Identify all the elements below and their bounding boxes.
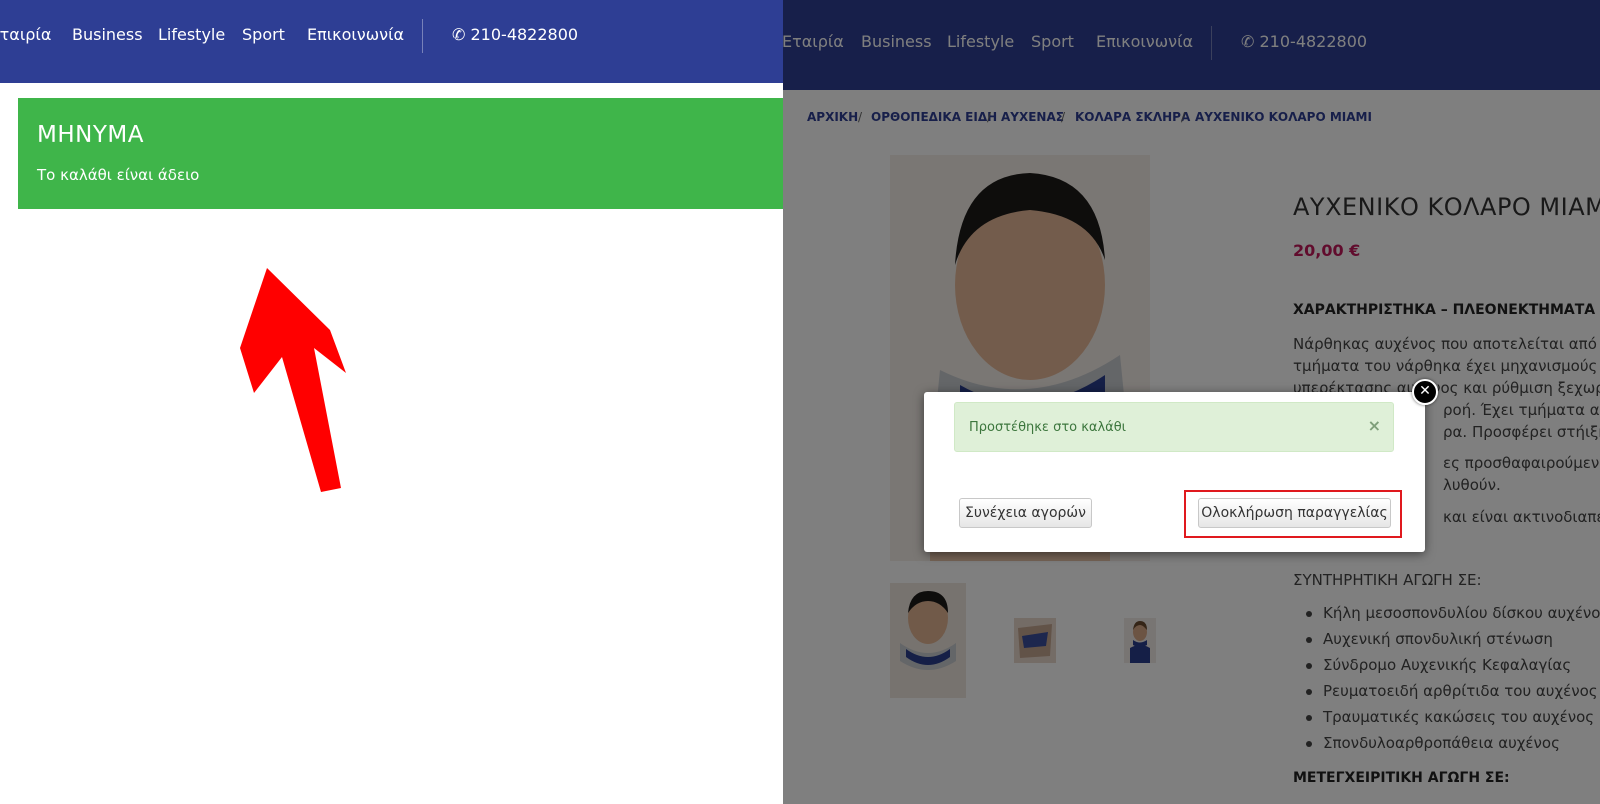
alert-text: Προστέθηκε στο καλάθι <box>969 420 1127 435</box>
cart-message-box: ΜΗΝΥΜΑ Το καλάθι είναι άδειο <box>18 98 783 209</box>
nav-item-sport[interactable]: Sport <box>242 25 285 45</box>
screenshot-stage: εταιρία Business Lifestyle Sport Επικοιν… <box>0 0 1600 804</box>
close-icon[interactable]: ✕ <box>1412 379 1438 405</box>
phone-number: 210-4822800 <box>470 25 579 44</box>
top-navigation: εταιρία Business Lifestyle Sport Επικοιν… <box>0 0 783 83</box>
cart-page: εταιρία Business Lifestyle Sport Επικοιν… <box>0 0 783 804</box>
product-page: Εταιρία Business Lifestyle Sport Επικοιν… <box>783 0 1600 804</box>
added-to-cart-modal: Προστέθηκε στο καλάθι × Συνέχεια αγορών … <box>924 392 1425 552</box>
message-title: ΜΗΝΥΜΑ <box>37 122 144 148</box>
nav-phone[interactable]: ✆ 210-4822800 <box>452 25 578 45</box>
red-arrow-annotation <box>240 268 346 492</box>
checkout-button[interactable]: Ολοκλήρωση παραγγελίας <box>1198 498 1391 528</box>
continue-shopping-button[interactable]: Συνέχεια αγορών <box>959 498 1092 528</box>
nav-item-lifestyle[interactable]: Lifestyle <box>158 25 225 45</box>
alert-close-icon[interactable]: × <box>1368 416 1381 435</box>
nav-item-business[interactable]: Business <box>72 25 143 45</box>
message-text: Το καλάθι είναι άδειο <box>37 166 200 184</box>
nav-item-company[interactable]: εταιρία <box>0 25 51 45</box>
nav-item-contact[interactable]: Επικοινωνία <box>307 25 404 45</box>
phone-icon: ✆ <box>452 25 466 44</box>
success-alert: Προστέθηκε στο καλάθι × <box>954 402 1394 452</box>
nav-divider <box>422 19 423 53</box>
